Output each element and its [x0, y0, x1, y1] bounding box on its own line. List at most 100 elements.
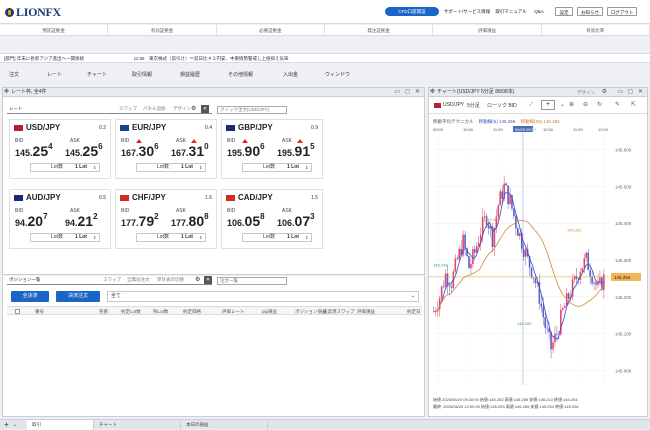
move-icon[interactable]: ✥ — [4, 89, 9, 96]
menu-trade-info[interactable]: 取引情報 — [132, 69, 152, 81]
stepper-icon[interactable]: ⇕ — [305, 234, 308, 241]
logout-button[interactable]: ログアウト — [607, 7, 637, 16]
lot-input[interactable]: Lot数 1 Lot ⇕ — [30, 233, 100, 242]
manual-link[interactable]: 取引マニュアル — [494, 7, 528, 16]
draw-line-icon[interactable]: ⟋ — [529, 102, 533, 109]
chart-gear-icon[interactable]: ⚙ — [602, 89, 607, 96]
news-ticker[interactable]: [部門] 年末に各新アジア進出へ一関係統 11:55 東京株式（前引け）＝前日比… — [0, 53, 650, 63]
menu-window[interactable]: ウィンドウ — [325, 69, 350, 81]
menu-order[interactable]: 注文 — [9, 69, 19, 81]
stepper-icon[interactable]: ⇕ — [199, 234, 202, 241]
zoom-in-icon[interactable]: ⊕ — [569, 102, 574, 109]
stepper-icon[interactable]: ⇕ — [199, 164, 202, 171]
refresh-icon[interactable]: ↻ — [597, 102, 602, 109]
lot-input[interactable]: Lot数 1 Lot ⇕ — [136, 233, 206, 242]
candle-body — [444, 273, 447, 287]
chevron-down-icon[interactable]: ⌄ — [560, 102, 565, 109]
lot-input[interactable]: Lot数 1 Lot ⇕ — [136, 163, 206, 172]
chart-minimize-icon[interactable]: ▭ — [617, 89, 623, 96]
zoom-out-icon[interactable]: ⊖ — [583, 102, 588, 109]
candlestick-chart[interactable]: 145.600 145.500 145.400 145.300 145.200 145.1… — [429, 125, 647, 403]
column-header[interactable]: 評価損益 — [357, 307, 375, 316]
ask-price[interactable]: 106.073 — [277, 212, 315, 229]
select-all-checkbox[interactable] — [15, 309, 20, 314]
tab-swap[interactable]: スワップ — [119, 106, 137, 112]
quick-order-tab[interactable]: クイック注文(USD/JPY) — [217, 106, 287, 114]
ask-price[interactable]: 94.212 — [65, 212, 98, 229]
bid-price[interactable]: 94.207 — [15, 212, 48, 229]
close-order-button[interactable]: 決済注文 — [56, 291, 100, 302]
tab-position-list[interactable]: ポジション一覧 — [9, 277, 41, 283]
menu-pl-history[interactable]: 損益履歴 — [180, 69, 200, 81]
rate-tile-usd-jpy[interactable]: USD/JPY 0.2 BID ASK 145.254 145.256 Lot数… — [9, 119, 111, 179]
tab-batch-toggle[interactable]: 単計表示切替 — [157, 277, 184, 283]
close-tab-icon[interactable]: ✕ — [201, 105, 209, 113]
menu-deposit[interactable]: 入出金 — [283, 69, 298, 81]
column-header[interactable]: 売買 — [99, 307, 108, 316]
close-all-button[interactable]: 全決済 — [11, 291, 49, 302]
stepper-icon[interactable]: ⇕ — [93, 164, 96, 171]
column-header[interactable]: 未実現スワップ — [323, 307, 355, 316]
bid-price[interactable]: 106.058 — [227, 212, 265, 229]
chart-timeframe-select[interactable]: 5分足 — [467, 102, 480, 109]
position-close-icon[interactable]: ✕ — [204, 276, 212, 284]
rate-tile-chf-jpy[interactable]: CHF/JPY 1.6 BID ASK 177.792 177.808 Lot数… — [115, 189, 217, 249]
external-link-icon[interactable]: ⇱ — [631, 102, 636, 109]
bid-price[interactable]: 145.254 — [15, 142, 53, 159]
settings-button[interactable]: 設定 — [555, 7, 573, 16]
bid-price[interactable]: 177.792 — [121, 212, 159, 229]
menu-other-info[interactable]: その他情報 — [228, 69, 253, 81]
order-list-tab[interactable]: 注文一覧 — [217, 277, 287, 285]
crosshair-icon[interactable]: + — [541, 100, 555, 110]
chart-close-icon[interactable]: ✕ — [638, 89, 643, 96]
ask-price[interactable]: 195.915 — [277, 142, 315, 159]
column-header[interactable]: 約定日 — [407, 307, 421, 316]
rate-tile-gbp-jpy[interactable]: GBP/JPY 0.9 BID ASK 195.906 195.915 Lot数… — [221, 119, 323, 179]
close-icon[interactable]: ✕ — [415, 89, 420, 96]
tab-panel-add[interactable]: パネル追加 — [143, 106, 166, 112]
tab-all-invalid[interactable]: 全無効注文 — [127, 277, 150, 283]
rate-tile-aud-jpy[interactable]: AUD/JPY 0.5 BID ASK 94.207 94.212 Lot数 1 … — [9, 189, 111, 249]
chart-type-select[interactable]: ローソク BID — [487, 102, 517, 109]
candle-body — [501, 191, 504, 199]
rate-tile-eur-jpy[interactable]: EUR/JPY 0.4 BID ASK 167.306 167.310 Lot数… — [115, 119, 217, 179]
chart-move-icon[interactable]: ✥ — [430, 89, 435, 96]
tab-design[interactable]: デザイン — [173, 106, 191, 112]
cfd-account-button[interactable]: CFD口座開設 — [385, 7, 439, 16]
qa-link[interactable]: Q&A — [531, 7, 547, 16]
ask-price[interactable]: 177.808 — [171, 212, 209, 229]
gear-icon[interactable]: ⚙ — [191, 105, 196, 112]
support-link[interactable]: サポート/サービス情報 — [442, 7, 492, 16]
high2-annotation: 145.363 — [567, 227, 582, 232]
column-header[interactable]: pip損益 — [262, 307, 277, 316]
chart-maximize-icon[interactable]: ◻ — [628, 89, 633, 96]
menu-chart[interactable]: チャート — [87, 69, 107, 81]
column-header[interactable]: 残Lot数 — [153, 307, 168, 316]
stepper-icon[interactable]: ⇕ — [305, 164, 308, 171]
tab-rate[interactable]: レート — [9, 106, 23, 112]
minimize-icon[interactable]: ▭ — [394, 89, 400, 96]
column-header[interactable]: 評価レート — [222, 307, 245, 316]
lot-input[interactable]: Lot数 1 Lot ⇕ — [242, 163, 312, 172]
maximize-icon[interactable]: ◻ — [405, 89, 410, 96]
bid-price[interactable]: 195.906 — [227, 142, 265, 159]
menu-rate[interactable]: レート — [47, 69, 62, 81]
ask-price[interactable]: 145.256 — [65, 142, 103, 159]
chart-pair-select[interactable]: USD/JPY — [443, 102, 464, 108]
stepper-icon[interactable]: ⇕ — [93, 234, 96, 241]
bid-price[interactable]: 167.306 — [121, 142, 159, 159]
column-header[interactable]: 約定Lot数 — [121, 307, 141, 316]
pen-icon[interactable]: ✎ — [615, 102, 620, 109]
filter-select[interactable]: 全て ⌄ — [107, 291, 419, 302]
tab-position-swap[interactable]: スワップ — [103, 277, 121, 283]
column-header[interactable]: ポジション損益 — [295, 307, 327, 316]
lot-input[interactable]: Lot数 1 Lot ⇕ — [30, 163, 100, 172]
lot-input[interactable]: Lot数 1 Lot ⇕ — [242, 233, 312, 242]
position-gear-icon[interactable]: ⚙ — [195, 276, 200, 283]
column-header[interactable]: 約定価格 — [183, 307, 201, 316]
rate-tile-cad-jpy[interactable]: CAD/JPY 1.5 BID ASK 106.058 106.073 Lot数… — [221, 189, 323, 249]
ask-price[interactable]: 167.310 — [171, 142, 209, 159]
notice-button[interactable]: お知らせ — [577, 7, 603, 16]
column-header[interactable]: 番号 — [35, 307, 44, 316]
chart-design-tab[interactable]: デザイン — [577, 88, 595, 97]
